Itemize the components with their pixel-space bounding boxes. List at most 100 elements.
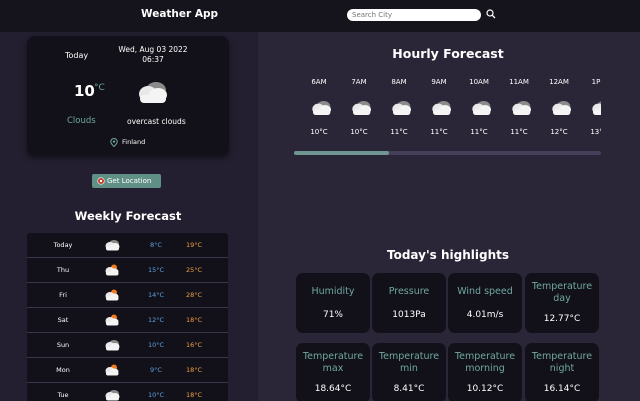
hourly-item: 9AM 11°C	[419, 72, 459, 142]
weekly-max-temp: 25°C	[185, 266, 203, 274]
highlight-value: 16.14°C	[543, 384, 581, 394]
hour-temp: 11°C	[390, 128, 408, 136]
hourly-item: 7AM 10°C	[339, 72, 379, 142]
weekly-max-temp: 16°C	[185, 341, 203, 349]
hourly-scrollbar-thumb[interactable]	[294, 151, 390, 155]
weekly-row: Sun 10°C 16°C	[27, 333, 228, 358]
hour-time: 10AM	[469, 78, 489, 86]
top-navbar: Weather App	[0, 0, 640, 32]
weekly-row: Today 8°C 19°C	[27, 233, 228, 258]
current-time: 06:37	[142, 55, 164, 64]
weekly-row: Mon 9°C 18°C	[27, 358, 228, 383]
hour-time: 11AM	[509, 78, 529, 86]
today-label: Today	[65, 51, 89, 60]
search-icon[interactable]	[486, 9, 496, 19]
highlight-label: Humidity	[311, 286, 355, 297]
get-location-button[interactable]: Get Location	[92, 174, 161, 188]
hour-time: 7AM	[351, 78, 367, 86]
hour-temp: 10°C	[310, 128, 328, 136]
cloud-icon	[309, 98, 333, 116]
highlight-label: Temperature night	[531, 351, 593, 374]
weekly-day: Mon	[56, 366, 70, 374]
weekly-min-temp: 14°C	[147, 291, 165, 299]
weekly-day: Sun	[56, 341, 70, 349]
weekly-row: Tue 10°C 18°C	[27, 383, 228, 401]
hourly-scrollbar[interactable]	[294, 151, 601, 155]
highlight-card-temperature-morning: Temperature morning 10.12°C	[448, 343, 522, 401]
highlight-label: Temperature max	[302, 351, 364, 374]
cloud-icon	[103, 338, 121, 351]
hourly-item: 8AM 11°C	[379, 72, 419, 142]
hourly-forecast-title: Hourly Forecast	[392, 46, 504, 61]
get-location-label: Get Location	[107, 177, 152, 185]
weekly-day: Fri	[59, 291, 67, 299]
cloud-icon	[103, 238, 121, 251]
cloud-icon	[549, 98, 573, 116]
hour-time: 1PM	[591, 78, 601, 86]
current-temperature: 10	[74, 82, 95, 100]
weekly-min-temp: 9°C	[150, 366, 162, 374]
current-datetime: Wed, Aug 03 2022 06:37	[113, 45, 193, 65]
highlight-label: Pressure	[388, 286, 430, 297]
app-title: Weather App	[141, 8, 219, 20]
highlight-value: 12.77°C	[543, 314, 581, 324]
weekly-forecast-title: Weekly Forecast	[74, 209, 182, 223]
cloud-icon	[349, 98, 373, 116]
search-input[interactable]	[347, 9, 481, 21]
hourly-item: 12AM 12°C	[539, 72, 579, 142]
weekly-forecast-table: Today 8°C 19°C Thu 15°C 25°C Fri 14°C 28…	[27, 233, 228, 401]
temperature-unit: °C	[94, 83, 105, 93]
cloud-icon	[103, 388, 121, 401]
highlight-label: Temperature day	[531, 281, 593, 304]
cloud-icon	[589, 98, 601, 116]
current-weather-card: Today Wed, Aug 03 2022 06:37 10 °C Cloud…	[27, 36, 229, 156]
cloud-icon	[389, 98, 413, 116]
weekly-min-temp: 15°C	[147, 266, 165, 274]
weekly-max-temp: 18°C	[185, 316, 203, 324]
hour-temp: 10°C	[350, 128, 368, 136]
hourly-forecast-strip[interactable]: 6AM 10°C 7AM 10°C 8AM 11°C 9AM 11°C 10AM…	[294, 72, 601, 156]
weekly-max-temp: 18°C	[185, 391, 203, 399]
highlight-value: 1013Pa	[392, 310, 426, 320]
weekly-day: Sat	[57, 316, 69, 324]
sun-cloud-icon	[103, 288, 121, 301]
highlight-card-humidity: Humidity 71%	[296, 273, 370, 333]
weekly-min-temp: 10°C	[147, 341, 165, 349]
cloud-icon	[509, 98, 533, 116]
highlight-card-temperature-min: Temperature min 8.41°C	[372, 343, 446, 401]
highlight-card-pressure: Pressure 1013Pa	[372, 273, 446, 333]
hourly-item: 6AM 10°C	[299, 72, 339, 142]
hour-temp: 11°C	[430, 128, 448, 136]
weekly-min-temp: 10°C	[147, 391, 165, 399]
highlight-value: 4.01m/s	[466, 310, 504, 320]
hour-temp: 11°C	[510, 128, 528, 136]
weekly-row: Fri 14°C 28°C	[27, 283, 228, 308]
highlight-value: 18.64°C	[314, 384, 352, 394]
weekly-min-temp: 8°C	[150, 241, 162, 249]
hour-time: 9AM	[431, 78, 447, 86]
current-date: Wed, Aug 03 2022	[118, 45, 188, 54]
highlight-card-temperature-night: Temperature night 16.14°C	[525, 343, 599, 401]
hourly-item: 10AM 11°C	[459, 72, 499, 142]
weekly-day: Today	[53, 241, 73, 249]
hour-time: 12AM	[549, 78, 569, 86]
highlights-title: Today's highlights	[387, 248, 509, 262]
highlight-label: Temperature morning	[454, 351, 516, 374]
weekly-max-temp: 19°C	[185, 241, 203, 249]
weekly-day: Tue	[57, 391, 69, 399]
cloud-icon	[134, 78, 170, 104]
hour-temp: 11°C	[470, 128, 488, 136]
weekly-min-temp: 12°C	[147, 316, 165, 324]
location-pin-icon	[110, 138, 118, 147]
sun-cloud-icon	[103, 313, 121, 326]
weather-condition: Clouds	[67, 116, 96, 126]
hour-time: 6AM	[311, 78, 327, 86]
weather-description: overcast clouds	[127, 117, 186, 126]
weekly-row: Thu 15°C 25°C	[27, 258, 228, 283]
weekly-max-temp: 18°C	[185, 366, 203, 374]
hour-temp: 12°C	[550, 128, 568, 136]
hour-temp: 13°C	[590, 128, 601, 136]
highlight-card-temperature-max: Temperature max 18.64°C	[296, 343, 370, 401]
weekly-day: Thu	[56, 266, 70, 274]
sun-cloud-icon	[103, 363, 121, 376]
